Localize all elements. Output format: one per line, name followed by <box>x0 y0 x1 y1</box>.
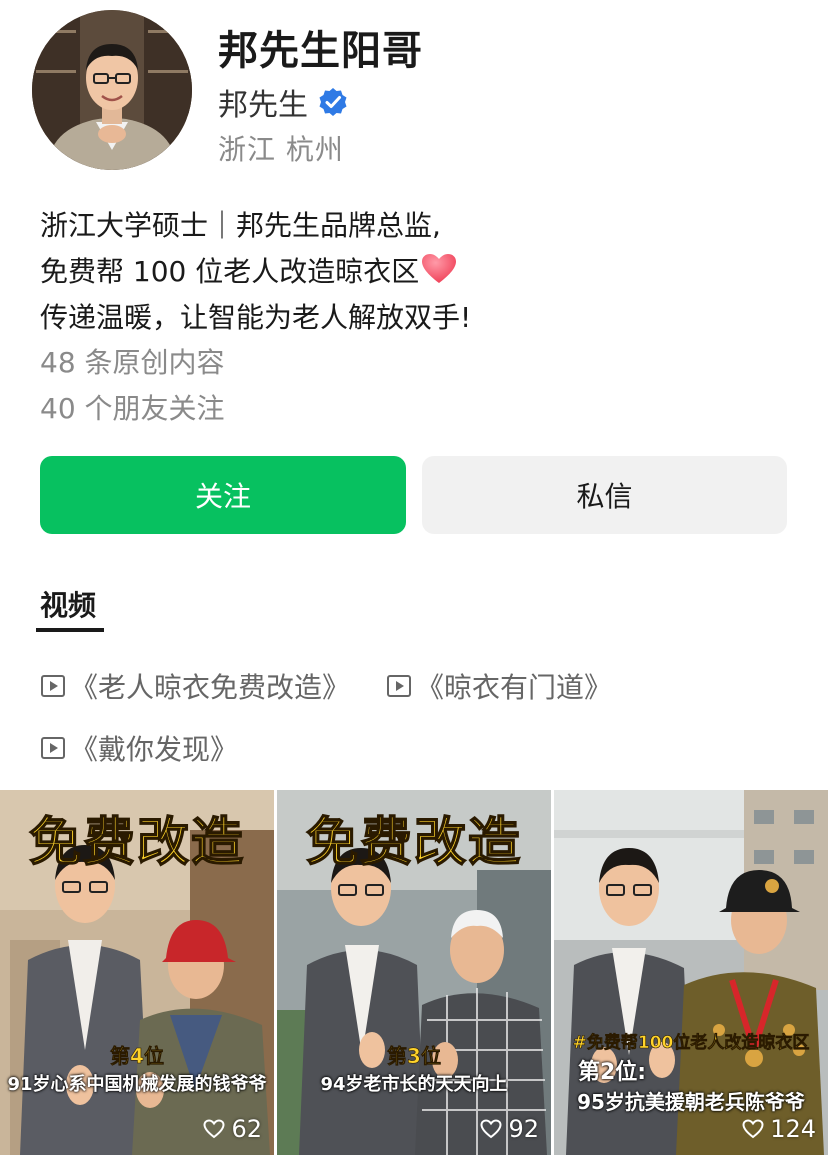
heart-outline-icon <box>742 1119 764 1139</box>
likes-count: 92 <box>508 1115 539 1143</box>
video-title: 免费改造 <box>305 812 522 874</box>
video-rank: 第4位 <box>110 1044 165 1069</box>
video-caption: 91岁心系中国机械发展的钱爷爷 <box>7 1074 267 1095</box>
video-tile[interactable]: #免费帮100位老人改造晾衣区 第2位: 95岁抗美援朝老兵陈爷爷 124 <box>554 790 828 1155</box>
tab-active-indicator <box>36 628 104 632</box>
likes-count: 62 <box>231 1115 262 1143</box>
heart-outline-icon <box>203 1119 225 1139</box>
verified-badge-icon <box>319 88 347 116</box>
video-tile[interactable]: 免费改造 第3位 94岁老市长的天天向上 92 <box>277 790 551 1155</box>
video-hashtag: #免费帮100位老人改造晾衣区 <box>572 1033 810 1054</box>
profile-name: 邦先生阳哥 <box>218 28 423 74</box>
bio-line-3: 传递温暖，让智能为老人解放双手! <box>40 301 472 334</box>
collection-label: 《戴你发现》 <box>70 733 239 766</box>
bio-line-1: 浙江大学硕士｜邦先生品牌总监, <box>40 209 441 242</box>
video-caption: 94岁老市长的天天向上 <box>320 1074 508 1095</box>
likes-count-row: 124 <box>742 1115 816 1143</box>
collection-item[interactable]: 《晾衣有门道》 <box>386 666 612 706</box>
heart-emoji-icon <box>422 254 457 283</box>
bio-line-2: 免费帮 100 位老人改造晾衣区 <box>40 255 420 288</box>
video-rank: 第2位: <box>578 1060 647 1085</box>
friends-following[interactable]: 40 个朋友关注 <box>40 387 225 427</box>
likes-count: 124 <box>770 1115 816 1143</box>
video-collection-icon <box>387 675 411 697</box>
follow-button[interactable]: 关注 <box>40 456 406 534</box>
collection-item[interactable]: 《戴你发现》 <box>40 728 238 768</box>
video-caption: 95岁抗美援朝老兵陈爷爷 <box>577 1090 805 1114</box>
video-rank: 第3位 <box>387 1044 442 1069</box>
brand-name[interactable]: 邦先生 <box>218 80 308 124</box>
video-collection-icon <box>41 675 65 697</box>
message-button[interactable]: 私信 <box>422 456 787 534</box>
location: 浙江 杭州 <box>218 133 344 166</box>
likes-count-row: 62 <box>203 1115 262 1143</box>
video-collection-icon <box>41 737 65 759</box>
original-content-count[interactable]: 48 条原创内容 <box>40 341 225 381</box>
collection-label: 《老人晾衣免费改造》 <box>70 671 351 704</box>
avatar[interactable] <box>32 10 192 170</box>
collection-label: 《晾衣有门道》 <box>416 671 613 704</box>
brand-row: 邦先生 <box>218 80 348 124</box>
heart-outline-icon <box>480 1119 502 1139</box>
collection-item[interactable]: 《老人晾衣免费改造》 <box>40 666 350 706</box>
likes-count-row: 92 <box>480 1115 539 1143</box>
video-title: 免费改造 <box>28 812 245 874</box>
bio-line-2-row: 免费帮 100 位老人改造晾衣区 <box>40 250 457 290</box>
video-tile[interactable]: 免费改造 第4位 91岁心系中国机械发展的钱爷爷 62 <box>0 790 274 1155</box>
tab-videos[interactable]: 视频 <box>40 584 96 624</box>
